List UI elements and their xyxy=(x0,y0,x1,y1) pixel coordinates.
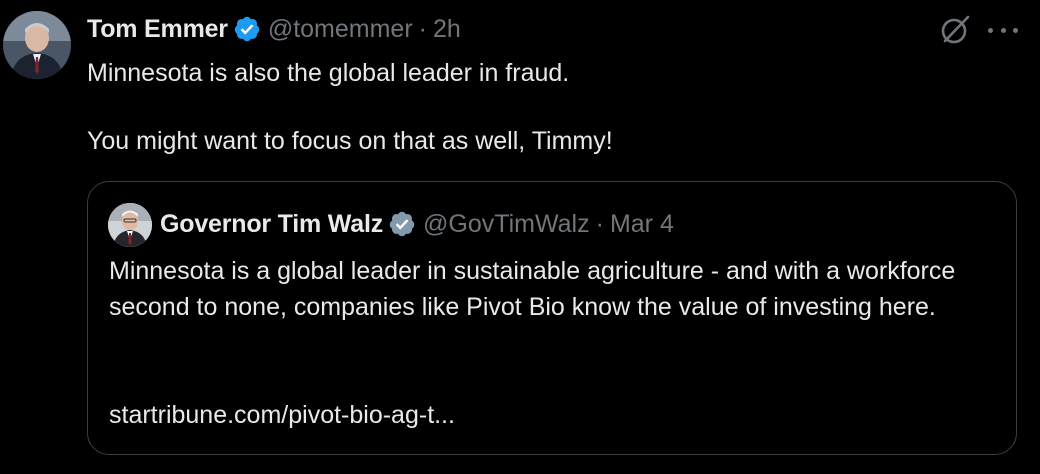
tweet-text: Minnesota is also the global leader in f… xyxy=(87,56,1017,158)
tweet-header: Tom Emmer @tomemmer · 2h xyxy=(87,12,461,46)
quoted-tweet-body: Minnesota is a global leader in sustaina… xyxy=(109,257,956,321)
quoted-tweet-timestamp[interactable]: Mar 4 xyxy=(610,210,674,239)
tweet-text-line: You might want to focus on that as well,… xyxy=(87,127,613,155)
author-avatar[interactable] xyxy=(3,11,71,79)
author-name[interactable]: Tom Emmer xyxy=(87,15,228,44)
dot-icon xyxy=(988,27,993,33)
quoted-header-separator: · xyxy=(595,209,604,238)
author-handle[interactable]: @tomemmer xyxy=(268,15,413,44)
tweet[interactable]: Tom Emmer @tomemmer · 2h Minnesota is al… xyxy=(0,0,1040,474)
header-separator: · xyxy=(418,14,427,43)
quoted-tweet[interactable]: Governor Tim Walz @GovTimWalz · Mar 4 Mi… xyxy=(87,181,1017,455)
grok-icon[interactable] xyxy=(939,14,971,46)
tweet-timestamp[interactable]: 2h xyxy=(433,15,461,44)
tweet-text-line: Minnesota is also the global leader in f… xyxy=(87,59,570,87)
verified-badge-icon[interactable] xyxy=(233,15,261,43)
quoted-author-avatar[interactable] xyxy=(108,203,152,247)
quoted-author-name[interactable]: Governor Tim Walz xyxy=(160,210,383,239)
quoted-author-handle[interactable]: @GovTimWalz xyxy=(423,210,590,239)
government-badge-icon[interactable] xyxy=(388,210,416,238)
quoted-tweet-link[interactable]: startribune.com/pivot-bio-ag-t... xyxy=(109,397,455,433)
quoted-tweet-header: Governor Tim Walz @GovTimWalz · Mar 4 xyxy=(160,206,674,242)
dot-icon xyxy=(1013,27,1018,33)
quoted-tweet-text: Minnesota is a global leader in sustaina… xyxy=(109,253,989,325)
dot-icon xyxy=(1000,27,1006,33)
more-options-icon[interactable] xyxy=(988,16,1018,44)
